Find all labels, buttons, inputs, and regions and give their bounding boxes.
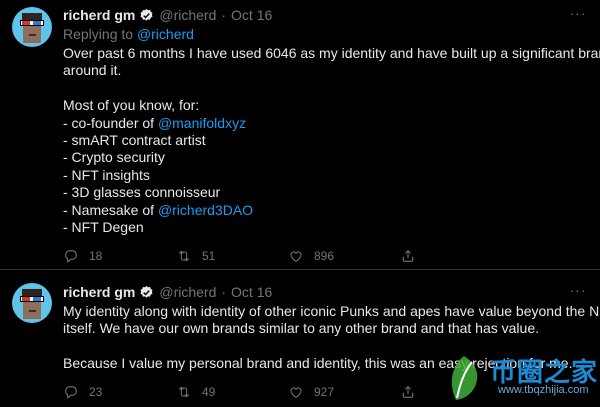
list-item: - Crypto security — [63, 149, 165, 166]
like-button[interactable]: 896 — [288, 248, 400, 264]
list-item: - Namesake of @richerd3DAO — [63, 202, 588, 219]
list-item: - smART contract artist — [63, 131, 206, 148]
separator: · — [221, 284, 227, 300]
more-options-icon[interactable]: ··· — [568, 6, 588, 24]
mention-link[interactable]: @manifoldxyz — [158, 115, 246, 131]
text-line: itself. We have our own brands similar t… — [63, 320, 540, 337]
retweet-icon — [178, 250, 190, 262]
reply-icon — [65, 386, 77, 399]
replying-label: Replying to — [63, 26, 134, 42]
share-button[interactable] — [400, 248, 416, 264]
action-bar: 18 51 896 — [63, 248, 416, 264]
watermark-logo: 币圈之家 www.tbqzhijia.com — [440, 350, 600, 407]
more-options-icon[interactable]: ··· — [568, 283, 588, 301]
reply-count: 23 — [89, 385, 103, 399]
tweet[interactable]: richerd gm @richerd · Oct 16 ··· Replyin… — [0, 0, 600, 270]
action-bar: 23 49 927 — [63, 384, 416, 400]
like-count: 896 — [314, 249, 335, 263]
avatar[interactable] — [12, 7, 52, 47]
retweet-button[interactable]: 49 — [176, 384, 288, 400]
list-item: - NFT insights — [63, 166, 150, 183]
text-line: Over past 6 months I have used 6046 as m… — [63, 45, 600, 61]
tweet-header: richerd gm @richerd · Oct 16 — [63, 282, 272, 302]
handle[interactable]: @richerd — [159, 7, 216, 23]
list-item: - NFT Degen — [63, 218, 144, 235]
list-item: - 3D glasses connoisseur — [63, 184, 221, 201]
heart-icon — [290, 387, 302, 398]
reply-button[interactable]: 18 — [63, 248, 176, 264]
mention-link[interactable]: @richerd3DAO — [158, 202, 253, 218]
like-count: 927 — [314, 385, 335, 399]
list-item: - co-founder of @manifoldxyz — [63, 115, 588, 132]
share-icon — [402, 385, 414, 398]
reply-count: 18 — [89, 249, 103, 263]
share-button[interactable] — [400, 384, 416, 400]
timestamp[interactable]: Oct 16 — [231, 7, 272, 23]
retweet-icon — [178, 386, 190, 398]
retweet-count: 51 — [202, 249, 216, 263]
like-button[interactable]: 927 — [288, 384, 400, 400]
display-name[interactable]: richerd gm — [63, 7, 135, 23]
leaf-logo-icon — [451, 356, 478, 400]
replying-mention[interactable]: @richerd — [137, 26, 194, 42]
avatar[interactable] — [12, 283, 52, 323]
reply-icon — [65, 250, 77, 263]
text-line: Most of you know, for: — [63, 97, 200, 114]
list-item-text: - co-founder of — [63, 114, 158, 131]
reply-button[interactable]: 23 — [63, 384, 176, 400]
retweet-count: 49 — [202, 385, 216, 399]
separator: · — [221, 7, 227, 23]
text-line: My identity along with identity of other… — [63, 303, 600, 319]
heart-icon — [290, 251, 302, 262]
list-item-text: - Namesake of — [63, 201, 158, 218]
tweet-header: richerd gm @richerd · Oct 16 — [63, 5, 272, 25]
share-icon — [402, 249, 414, 262]
verified-badge-icon — [140, 285, 153, 298]
replying-to: Replying to @richerd — [63, 26, 194, 42]
retweet-button[interactable]: 51 — [176, 248, 288, 264]
timestamp[interactable]: Oct 16 — [231, 284, 272, 300]
handle[interactable]: @richerd — [159, 284, 216, 300]
tweet-text: Over past 6 months I have used 6046 as m… — [63, 45, 600, 236]
text-line: around it. — [63, 62, 122, 79]
display-name[interactable]: richerd gm — [63, 284, 135, 300]
verified-badge-icon — [140, 8, 153, 21]
watermark-url: www.tbqzhijia.com — [498, 384, 589, 396]
